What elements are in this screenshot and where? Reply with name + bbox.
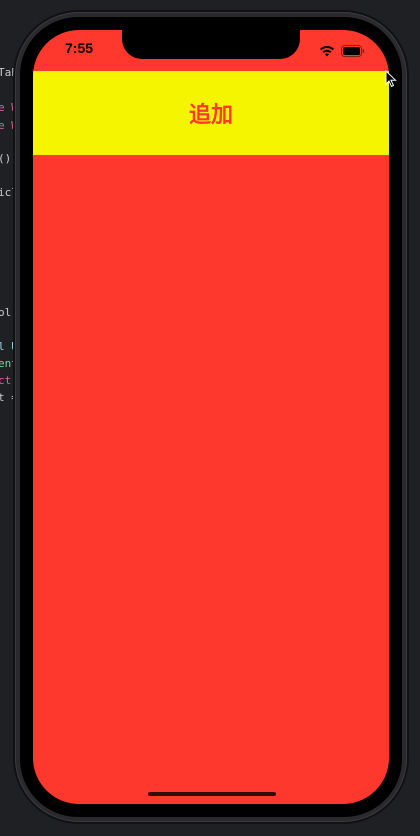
code-fragment: ol [0,306,12,319]
battery-icon [341,42,365,61]
code-fragment: ct [0,374,12,387]
status-time: 7:55 [65,40,94,56]
code-fragment: () [0,152,12,165]
notch [122,30,300,59]
home-indicator[interactable] [148,792,276,796]
header-bar: 追加 [33,71,389,155]
phone-bezel: 7:55 追加 [20,17,402,817]
mouse-cursor-icon [385,70,397,88]
wifi-icon [319,42,335,61]
phone-frame: 7:55 追加 [15,12,407,822]
status-icons [319,42,365,61]
app-screen: 7:55 追加 [33,30,389,804]
add-button[interactable]: 追加 [189,97,233,129]
